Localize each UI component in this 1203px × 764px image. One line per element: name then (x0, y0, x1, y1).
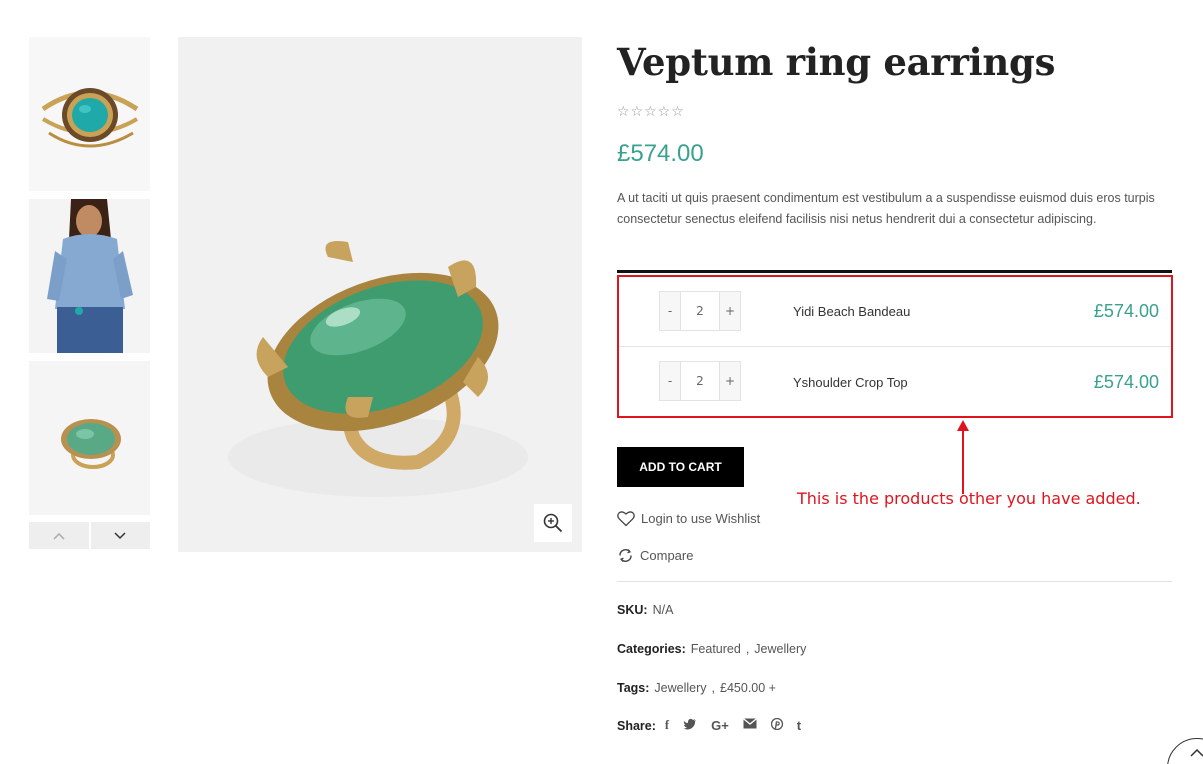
tags-label: Tags: (617, 681, 650, 695)
google-plus-icon[interactable]: G+ (711, 718, 729, 733)
quantity-input[interactable]: 2 (680, 362, 720, 400)
sku-row: SKU: N/A (617, 603, 673, 617)
bracelet-image (29, 37, 150, 191)
quantity-increase-button[interactable]: + (720, 292, 740, 330)
model-image (29, 199, 150, 353)
twitter-icon[interactable] (683, 718, 697, 730)
categories-label: Categories: (617, 642, 686, 656)
facebook-icon[interactable]: f (665, 718, 669, 733)
category-link[interactable]: Jewellery (754, 642, 806, 656)
grouped-product-name[interactable]: Yshoulder Crop Top (793, 375, 908, 390)
tumblr-icon[interactable]: t (797, 718, 801, 733)
quantity-input[interactable]: 2 (680, 292, 720, 330)
tags-row: Tags: Jewellery, £450.00 + (617, 681, 776, 695)
sku-label: SKU: (617, 603, 648, 617)
main-product-image[interactable] (178, 37, 582, 552)
categories-row: Categories: Featured, Jewellery (617, 642, 807, 656)
thumbnail-prev-button[interactable] (29, 522, 89, 549)
email-icon[interactable] (742, 718, 757, 729)
add-to-cart-button[interactable]: ADD TO CART (617, 447, 744, 487)
share-icons: f G+ t (665, 718, 801, 733)
divider (617, 581, 1172, 582)
annotation-arrow (962, 428, 964, 494)
grouped-product-price: £574.00 (1093, 371, 1159, 392)
compare-label: Compare (640, 548, 694, 563)
quantity-stepper: - 2 + (659, 291, 741, 331)
compare-link[interactable]: Compare (617, 547, 693, 564)
share-row: Share: f G+ t (617, 718, 801, 733)
grouped-product-row: - 2 + Yshoulder Crop Top £574.00 (619, 347, 1171, 417)
green-stone-ring-image (178, 37, 582, 552)
scroll-to-top-button[interactable] (1167, 738, 1203, 764)
product-title: Veptum ring earrings (617, 40, 1056, 84)
sku-value: N/A (652, 603, 674, 617)
rating-stars-icon: ☆☆☆☆☆ (617, 104, 685, 120)
chevron-down-icon (114, 531, 126, 539)
grouped-product-row: - 2 + Yidi Beach Bandeau £574.00 (619, 277, 1171, 347)
chevron-up-icon (53, 532, 65, 540)
product-price: £574.00 (617, 140, 704, 167)
divider (617, 270, 1172, 273)
grouped-product-name[interactable]: Yidi Beach Bandeau (793, 304, 910, 319)
chevron-up-icon (1190, 749, 1203, 757)
zoom-in-icon (543, 513, 563, 533)
thumbnail-bracelet[interactable] (29, 37, 150, 191)
wishlist-label: Login to use Wishlist (641, 511, 761, 526)
heart-icon (617, 511, 635, 527)
thumbnail-next-button[interactable] (90, 522, 150, 549)
product-description: A ut taciti ut quis praesent condimentum… (617, 191, 1155, 226)
quantity-stepper: - 2 + (659, 361, 741, 401)
ring-thumbnail-image (29, 361, 150, 515)
grouped-products-table: - 2 + Yidi Beach Bandeau £574.00 - 2 + Y… (617, 275, 1173, 418)
tag-link[interactable]: Jewellery (654, 681, 706, 695)
thumbnail-ring[interactable] (29, 361, 150, 515)
grouped-product-price: £574.00 (1093, 301, 1159, 321)
share-label: Share: (617, 718, 656, 733)
zoom-button[interactable] (534, 504, 572, 542)
thumbnail-navigation (29, 522, 150, 549)
annotation-text: This is the products other you have adde… (797, 489, 1141, 508)
category-link[interactable]: Featured (691, 642, 741, 656)
quantity-decrease-button[interactable]: - (660, 292, 680, 330)
pinterest-icon[interactable] (770, 718, 783, 730)
quantity-increase-button[interactable]: + (720, 362, 740, 400)
wishlist-link[interactable]: Login to use Wishlist (617, 510, 760, 527)
thumbnail-model[interactable] (29, 199, 150, 353)
tag-link[interactable]: £450.00 + (720, 681, 776, 695)
compare-icon (619, 549, 632, 562)
quantity-decrease-button[interactable]: - (660, 362, 680, 400)
